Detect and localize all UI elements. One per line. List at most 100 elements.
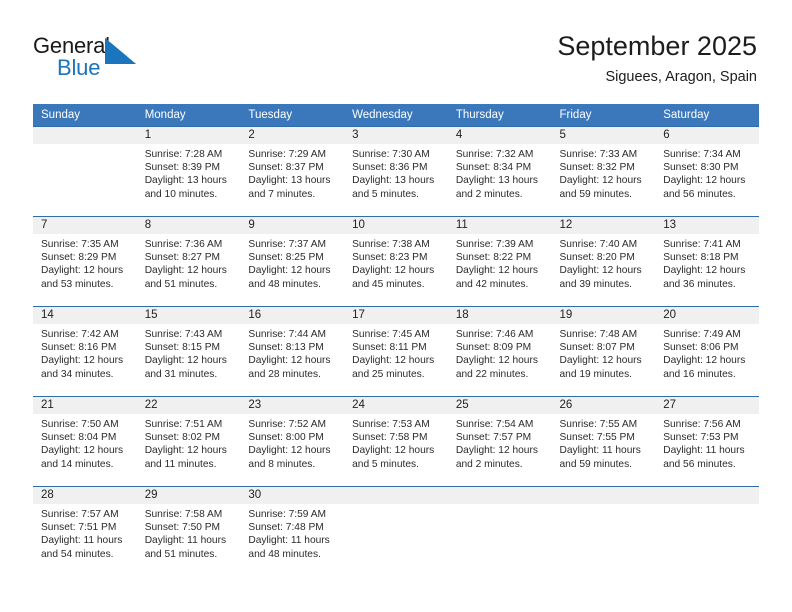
day-info-line: and 34 minutes.: [41, 368, 114, 380]
day-info-line: Sunset: 8:30 PM: [663, 162, 739, 174]
calendar-day-cell[interactable]: 8 Sunrise: 7:36 AM Sunset: 8:27 PM Daylight…: [136, 216, 241, 307]
calendar-day-cell[interactable]: 28 Sunrise: 7:57 AM Sunset: 7:51 PM Dayligh…: [33, 486, 137, 577]
day-number: 26: [551, 397, 656, 414]
calendar-day-cell[interactable]: 23 Sunrise: 7:52 AM Sunset: 8:00 PM Dayligh…: [240, 396, 345, 487]
day-info-line: Sunrise: 7:45 AM: [352, 329, 430, 340]
day-number: [655, 487, 759, 504]
day-info-line: and 10 minutes.: [144, 188, 218, 200]
day-sun-info: Sunrise: 7:35 AM Sunset: 8:29 PM Daylight:…: [33, 234, 137, 291]
day-cell-inner: 28 Sunrise: 7:57 AM Sunset: 7:51 PM Dayligh…: [33, 487, 137, 575]
page-header: General Blue September 2025 Siguees, Ara…: [0, 0, 792, 104]
day-info-line: Sunset: 7:48 PM: [248, 522, 324, 534]
calendar-day-cell[interactable]: 15 Sunrise: 7:43 AM Sunset: 8:15 PM Dayligh…: [136, 306, 241, 397]
calendar-day-cell[interactable]: 9 Sunrise: 7:37 AM Sunset: 8:25 PM Daylight…: [240, 216, 345, 307]
calendar-day-cell[interactable]: 12 Sunrise: 7:40 AM Sunset: 8:20 PM Dayligh…: [551, 216, 656, 307]
day-info-line: and 2 minutes.: [455, 188, 523, 200]
day-number: 10: [344, 217, 448, 234]
calendar-day-cell[interactable]: 21 Sunrise: 7:50 AM Sunset: 8:04 PM Dayligh…: [33, 396, 137, 487]
calendar-day-cell[interactable]: 6 Sunrise: 7:34 AM Sunset: 8:30 PM Daylight…: [655, 126, 759, 217]
calendar-day-cell[interactable]: 1 Sunrise: 7:28 AM Sunset: 8:39 PM Daylight…: [136, 126, 241, 217]
day-info-line: Sunrise: 7:41 AM: [663, 239, 741, 250]
day-info-line: Sunset: 7:50 PM: [144, 522, 221, 534]
day-info-line: Daylight: 13 hours: [144, 175, 227, 187]
day-number: [33, 127, 137, 144]
day-info-line: and 14 minutes.: [41, 458, 114, 470]
calendar-day-cell[interactable]: 3 Sunrise: 7:30 AM Sunset: 8:36 PM Daylight…: [344, 126, 448, 217]
calendar-day-cell[interactable]: 7 Sunrise: 7:35 AM Sunset: 8:29 PM Daylight…: [33, 216, 137, 307]
day-number: 20: [655, 307, 759, 324]
calendar-day-cell[interactable]: 4 Sunrise: 7:32 AM Sunset: 8:34 PM Daylight…: [447, 126, 552, 217]
day-info-line: Daylight: 12 hours: [559, 265, 642, 277]
calendar-day-cell[interactable]: 18 Sunrise: 7:46 AM Sunset: 8:09 PM Dayligh…: [447, 306, 552, 397]
calendar-day-cell[interactable]: 24 Sunrise: 7:53 AM Sunset: 7:58 PM Dayligh…: [344, 396, 448, 487]
day-info-line: Daylight: 11 hours: [41, 535, 123, 547]
day-cell-inner: 27 Sunrise: 7:56 AM Sunset: 7:53 PM Dayligh…: [655, 397, 759, 485]
calendar-day-cell[interactable]: 10 Sunrise: 7:38 AM Sunset: 8:23 PM Dayligh…: [344, 216, 448, 307]
calendar-day-cell[interactable]: 19 Sunrise: 7:48 AM Sunset: 8:07 PM Dayligh…: [551, 306, 656, 397]
day-info-line: Sunset: 8:06 PM: [663, 342, 739, 354]
day-info-line: Daylight: 12 hours: [663, 355, 746, 367]
day-cell-inner: 15 Sunrise: 7:43 AM Sunset: 8:15 PM Dayligh…: [136, 307, 241, 395]
page-subtitle: Siguees, Aragon, Spain: [605, 69, 757, 85]
day-info-line: and 56 minutes.: [663, 188, 736, 200]
day-info-line: Daylight: 12 hours: [559, 175, 642, 187]
day-info-line: Sunset: 8:20 PM: [559, 252, 635, 264]
calendar-day-cell[interactable]: 16 Sunrise: 7:44 AM Sunset: 8:13 PM Dayligh…: [240, 306, 345, 397]
weekday-header-tuesday: Tuesday: [240, 104, 345, 127]
calendar-day-cell[interactable]: 27 Sunrise: 7:56 AM Sunset: 7:53 PM Dayligh…: [655, 396, 759, 487]
weekday-header-friday: Friday: [551, 104, 656, 127]
day-info-line: Sunrise: 7:36 AM: [144, 239, 223, 250]
day-number: [551, 487, 656, 504]
day-sun-info: Sunrise: 7:55 AM Sunset: 7:55 PM Daylight:…: [552, 414, 656, 471]
calendar-day-cell[interactable]: 17 Sunrise: 7:45 AM Sunset: 8:11 PM Dayligh…: [344, 306, 448, 397]
day-sun-info: Sunrise: 7:49 AM Sunset: 8:06 PM Daylight:…: [655, 324, 759, 381]
day-number: 9: [240, 217, 345, 234]
day-number: 2: [240, 127, 345, 144]
day-info-line: Sunset: 8:22 PM: [455, 252, 532, 264]
day-info-line: Daylight: 12 hours: [41, 445, 124, 457]
calendar-day-cell[interactable]: 29 Sunrise: 7:58 AM Sunset: 7:50 PM Dayligh…: [136, 486, 241, 577]
calendar-day-cell[interactable]: 30 Sunrise: 7:59 AM Sunset: 7:48 PM Dayligh…: [240, 486, 345, 577]
calendar-empty-cell: [344, 486, 448, 577]
general-blue-logo[interactable]: General Blue: [33, 33, 153, 83]
day-info-line: Sunset: 8:23 PM: [352, 252, 428, 264]
calendar-body: 1 Sunrise: 7:28 AM Sunset: 8:39 PM Daylight…: [33, 126, 759, 577]
day-info-line: Sunrise: 7:56 AM: [663, 419, 741, 430]
day-info-line: Daylight: 12 hours: [559, 355, 642, 367]
day-cell-inner: 12 Sunrise: 7:40 AM Sunset: 8:20 PM Dayligh…: [551, 217, 656, 305]
day-info-line: Sunset: 8:32 PM: [559, 162, 635, 174]
calendar-day-cell[interactable]: 20 Sunrise: 7:49 AM Sunset: 8:06 PM Dayligh…: [655, 306, 759, 397]
calendar-day-cell[interactable]: 25 Sunrise: 7:54 AM Sunset: 7:57 PM Dayligh…: [447, 396, 552, 487]
day-cell-inner: 16 Sunrise: 7:44 AM Sunset: 8:13 PM Dayligh…: [240, 307, 345, 395]
day-sun-info: Sunrise: 7:56 AM Sunset: 7:53 PM Daylight:…: [655, 414, 759, 471]
day-info-line: and 45 minutes.: [352, 278, 425, 290]
day-info-line: and 2 minutes.: [455, 458, 523, 470]
day-info-line: Sunrise: 7:32 AM: [455, 149, 534, 160]
calendar-day-cell[interactable]: 22 Sunrise: 7:51 AM Sunset: 8:02 PM Dayligh…: [136, 396, 241, 487]
calendar-header-row-group: Sunday Monday Tuesday Wednesday Thursday…: [33, 104, 759, 127]
calendar-day-cell[interactable]: 5 Sunrise: 7:33 AM Sunset: 8:32 PM Daylight…: [551, 126, 656, 217]
logo-triangle-icon: [105, 38, 136, 64]
day-info-line: and 53 minutes.: [41, 278, 114, 290]
day-sun-info: Sunrise: 7:46 AM Sunset: 8:09 PM Daylight:…: [448, 324, 552, 381]
calendar-day-cell[interactable]: 2 Sunrise: 7:29 AM Sunset: 8:37 PM Daylight…: [240, 126, 345, 217]
day-sun-info: Sunrise: 7:28 AM Sunset: 8:39 PM Daylight:…: [137, 144, 241, 201]
calendar-day-cell[interactable]: 26 Sunrise: 7:55 AM Sunset: 7:55 PM Dayligh…: [551, 396, 656, 487]
weekday-header-wednesday: Wednesday: [344, 104, 448, 127]
day-info-line: Sunrise: 7:29 AM: [248, 149, 326, 160]
day-cell-inner: 2 Sunrise: 7:29 AM Sunset: 8:37 PM Daylight…: [240, 127, 345, 215]
day-info-line: Daylight: 12 hours: [455, 355, 538, 367]
day-cell-inner: 7 Sunrise: 7:35 AM Sunset: 8:29 PM Daylight…: [33, 217, 137, 305]
day-number: 7: [33, 217, 137, 234]
day-sun-info: Sunrise: 7:57 AM Sunset: 7:51 PM Daylight:…: [33, 504, 137, 561]
day-info-line: Daylight: 12 hours: [663, 265, 746, 277]
calendar-day-cell[interactable]: 11 Sunrise: 7:39 AM Sunset: 8:22 PM Dayligh…: [447, 216, 552, 307]
day-info-line: Sunrise: 7:40 AM: [559, 239, 638, 250]
day-cell-inner: 18 Sunrise: 7:46 AM Sunset: 8:09 PM Dayligh…: [447, 307, 552, 395]
calendar-day-cell[interactable]: 13 Sunrise: 7:41 AM Sunset: 8:18 PM Dayligh…: [655, 216, 759, 307]
day-cell-inner: 26 Sunrise: 7:55 AM Sunset: 7:55 PM Dayligh…: [551, 397, 656, 485]
calendar-day-cell[interactable]: 14 Sunrise: 7:42 AM Sunset: 8:16 PM Dayligh…: [33, 306, 137, 397]
day-info-line: Daylight: 12 hours: [41, 265, 124, 277]
day-info-line: Sunrise: 7:52 AM: [248, 419, 326, 430]
day-info-line: and 51 minutes.: [144, 278, 218, 290]
